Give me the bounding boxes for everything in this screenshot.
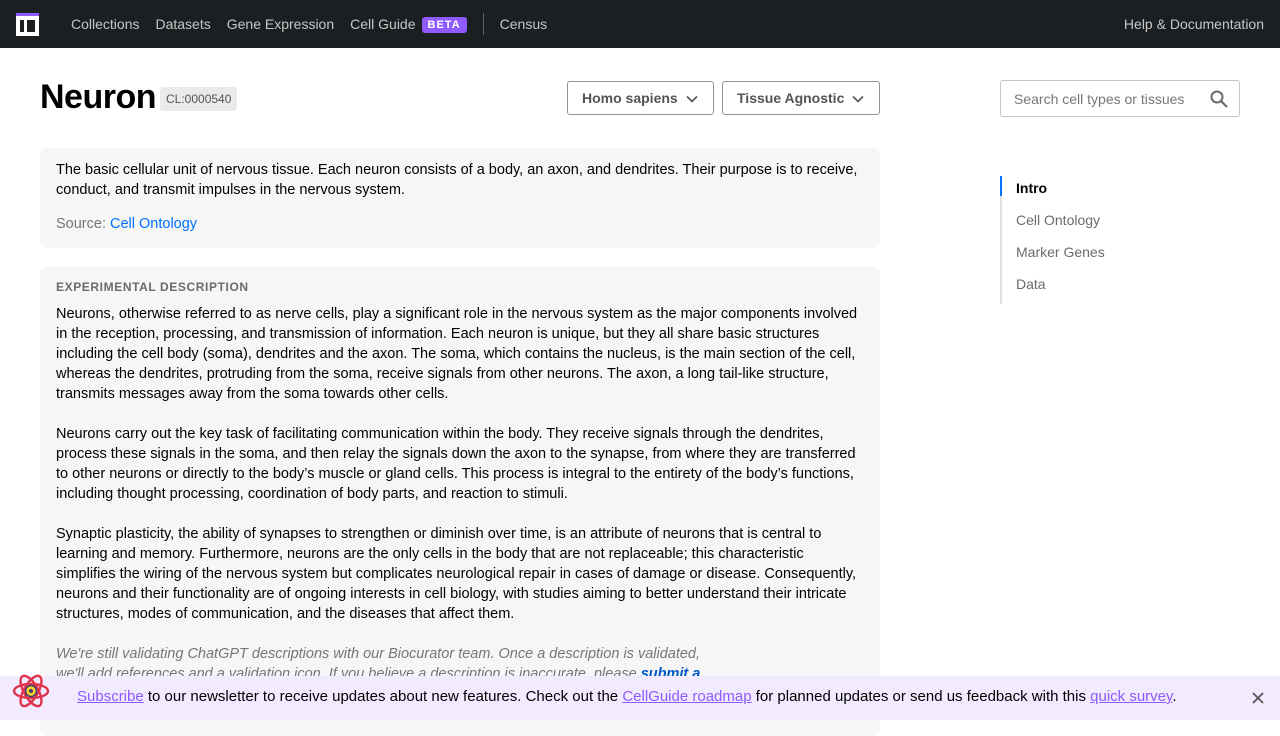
nav-collections[interactable]: Collections [71,16,139,32]
banner-text-3: . [1172,688,1177,705]
experimental-description-label: EXPERIMENTAL DESCRIPTION [56,280,249,294]
banner-text-2: for planned updates or send us feedback … [751,688,1091,705]
experimental-description-card: EXPERIMENTAL DESCRIPTION Neurons, otherw… [40,266,880,736]
section-nav: Intro Cell Ontology Marker Genes Data [1000,176,1200,304]
search-icon[interactable] [1209,89,1229,109]
nav-cell-guide[interactable]: Cell Guide BETA [350,16,467,33]
cell-description: The basic cellular unit of nervous tissu… [56,162,858,198]
source-label: Source: [56,216,106,232]
tissue-dropdown-value: Tissue Agnostic [737,90,845,106]
subscribe-link[interactable]: Subscribe [77,688,144,705]
nav-gene-expression[interactable]: Gene Expression [227,16,334,32]
help-documentation-link[interactable]: Help & Documentation [1124,0,1264,48]
cellxgene-logo-icon[interactable] [16,13,39,36]
toc-marker-genes[interactable]: Marker Genes [1002,240,1200,272]
top-nav: Collections Datasets Gene Expression Cel… [0,0,1280,48]
close-icon[interactable] [1250,690,1266,706]
beta-badge: BETA [421,16,467,33]
description-paragraph: Neurons carry out the key task of facili… [56,426,856,502]
cellguide-roadmap-link[interactable]: CellGuide roadmap [622,688,751,705]
chevron-down-icon [852,95,864,103]
search-box [1000,80,1240,117]
source-line: Source: Cell Ontology [56,216,864,232]
description-paragraph: Synaptic plasticity, the ability of syna… [56,526,857,622]
cell-ontology-source-link[interactable]: Cell Ontology [110,216,197,232]
description-paragraph: Neurons, otherwise referred to as nerve … [56,306,858,402]
intro-card: The basic cellular unit of nervous tissu… [40,148,880,248]
species-dropdown[interactable]: Homo sapiens [567,81,714,115]
banner-message: Subscribe to our newsletter to receive u… [77,688,1177,705]
quick-survey-link[interactable]: quick survey [1090,688,1172,705]
toc-data[interactable]: Data [1002,272,1200,304]
banner-text-1: to our newsletter to receive updates abo… [143,688,623,705]
nav-census[interactable]: Census [500,16,547,32]
tissue-dropdown[interactable]: Tissue Agnostic [722,81,880,115]
nav-datasets[interactable]: Datasets [155,16,210,32]
cellguide-atom-icon [12,674,50,708]
page-title: Neuron [40,78,157,116]
chevron-down-icon [686,95,698,103]
species-dropdown-value: Homo sapiens [582,90,678,106]
search-input[interactable] [1014,89,1204,109]
nav-cell-guide-label: Cell Guide [350,15,416,32]
toc-intro[interactable]: Intro [1000,176,1200,208]
nav-divider [482,13,484,35]
cell-ontology-id-badge: CL:0000540 [160,87,238,111]
toc-cell-ontology[interactable]: Cell Ontology [1002,208,1200,240]
